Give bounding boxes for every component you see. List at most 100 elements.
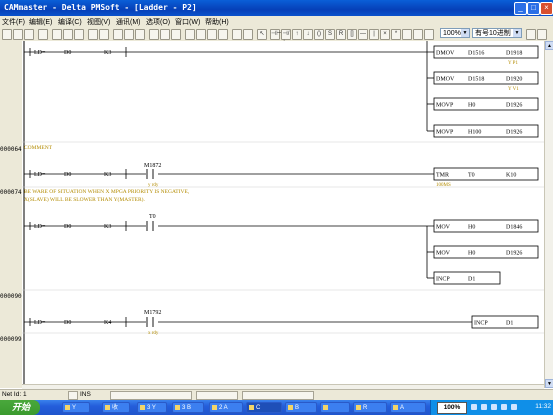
upload-icon[interactable] bbox=[185, 29, 195, 40]
connect-icon[interactable] bbox=[135, 29, 145, 40]
compare-op: LD= bbox=[34, 224, 46, 230]
instr-op: MOV bbox=[436, 225, 451, 231]
contact-nc-icon[interactable]: ⊣/⊢ bbox=[281, 29, 291, 46]
taskbar-item[interactable]: 收 bbox=[102, 402, 130, 413]
menu-compile[interactable]: 编译(C) bbox=[58, 17, 82, 27]
cut-icon[interactable] bbox=[52, 29, 62, 40]
reset-coil-icon[interactable]: R bbox=[336, 29, 346, 40]
monitor-icon[interactable] bbox=[171, 29, 181, 40]
list-icon[interactable] bbox=[424, 29, 434, 40]
scroll-up-icon[interactable]: ▲ bbox=[545, 41, 553, 50]
set-coil-icon[interactable]: S bbox=[325, 29, 335, 40]
menu-view[interactable]: 视图(V) bbox=[87, 17, 110, 27]
help-icon[interactable] bbox=[218, 29, 228, 40]
run-icon[interactable] bbox=[149, 29, 159, 40]
edit-mode: INS bbox=[80, 391, 91, 398]
network-icon[interactable] bbox=[471, 404, 477, 410]
taskbar-item-label: 收 bbox=[112, 405, 119, 411]
taskbar-item-active[interactable]: C bbox=[246, 402, 282, 413]
download-icon[interactable] bbox=[196, 29, 206, 40]
comment-icon[interactable]: * bbox=[391, 29, 401, 40]
input-method-icon[interactable] bbox=[491, 404, 497, 410]
number-format-select[interactable]: 有号10进制 ▼ bbox=[472, 28, 522, 38]
taskbar-item-label: 3 B bbox=[182, 405, 192, 411]
edit-icon[interactable] bbox=[402, 29, 412, 40]
number-format-value: 有号10进制 bbox=[475, 30, 511, 37]
compare-b: K4 bbox=[104, 320, 111, 326]
close-button[interactable]: × bbox=[540, 2, 553, 15]
security-icon[interactable] bbox=[501, 404, 507, 410]
zoom-value: 100% bbox=[443, 30, 461, 37]
undo-icon[interactable] bbox=[88, 29, 98, 40]
taskbar-item[interactable]: A bbox=[390, 402, 426, 413]
compare-a: D0 bbox=[64, 172, 71, 178]
taskbar-item[interactable]: Y bbox=[62, 402, 90, 413]
contact-no-icon[interactable]: ⊣⊢ bbox=[270, 29, 281, 40]
rung-90: LD= D0 K4 M1792 x rdy INCP D1 bbox=[24, 310, 539, 336]
contact-rise-icon[interactable]: ↑ bbox=[292, 29, 302, 40]
vline-icon[interactable]: | bbox=[369, 29, 379, 40]
minimize-button[interactable]: _ bbox=[514, 2, 527, 15]
function-block-icon[interactable]: [] bbox=[347, 29, 357, 40]
device-icon[interactable] bbox=[207, 29, 217, 40]
new-file-icon[interactable] bbox=[2, 29, 12, 40]
info-icon[interactable] bbox=[232, 29, 242, 40]
menu-edit[interactable]: 编辑(E) bbox=[29, 17, 52, 27]
redo-icon[interactable] bbox=[99, 29, 109, 40]
maximize-button[interactable]: □ bbox=[527, 2, 540, 15]
taskbar-item[interactable]: 3 B bbox=[172, 402, 204, 413]
start-button[interactable]: 开始 bbox=[0, 400, 40, 415]
menu-comm[interactable]: 通讯(M) bbox=[116, 17, 141, 27]
menu-options[interactable]: 选项(O) bbox=[146, 17, 170, 27]
taskbar-item[interactable] bbox=[320, 402, 350, 413]
clock[interactable]: 11:32 bbox=[535, 403, 551, 410]
status-panel bbox=[242, 391, 314, 400]
taskbar-item[interactable]: 2 A bbox=[209, 402, 243, 413]
hline-icon[interactable]: — bbox=[358, 29, 368, 40]
vertical-scrollbar[interactable]: ▲ ▼ bbox=[544, 41, 553, 388]
save-icon[interactable] bbox=[24, 29, 34, 40]
taskbar-item[interactable]: 3 Y bbox=[137, 402, 167, 413]
app-icon bbox=[249, 405, 254, 410]
tray-zoom[interactable]: 100% bbox=[437, 402, 467, 414]
stop-icon[interactable] bbox=[160, 29, 170, 40]
taskbar-item[interactable]: R bbox=[353, 402, 387, 413]
paste-icon[interactable] bbox=[74, 29, 84, 40]
delete-line-icon[interactable]: × bbox=[380, 29, 390, 40]
menu-help[interactable]: 帮助(H) bbox=[205, 17, 229, 27]
instr-b: D1846 bbox=[506, 225, 522, 231]
network-id: Net Id: 1 bbox=[2, 391, 27, 398]
instruction-box[interactable] bbox=[433, 167, 539, 181]
volume-icon[interactable] bbox=[481, 404, 487, 410]
scroll-down-icon[interactable]: ▼ bbox=[545, 379, 553, 388]
app-icon bbox=[140, 405, 145, 410]
system-tray: 100% 11:32 bbox=[430, 400, 553, 415]
step-number-90: 000090 bbox=[0, 293, 22, 300]
menu-file[interactable]: 文件(F) bbox=[2, 17, 25, 27]
copy-icon[interactable] bbox=[63, 29, 73, 40]
ladder-canvas[interactable]: LD= D0 K3 DMOV D1516 D1918 Y P1 DMOV D15… bbox=[22, 41, 544, 384]
find-icon[interactable] bbox=[113, 29, 123, 40]
update-icon[interactable] bbox=[511, 404, 517, 410]
rung-0: LD= D0 K3 DMOV D1516 D1918 Y P1 DMOV D15… bbox=[24, 41, 539, 138]
print-icon[interactable] bbox=[38, 29, 48, 40]
compile-icon[interactable] bbox=[124, 29, 134, 40]
pointer-icon[interactable]: ↖ bbox=[257, 29, 267, 40]
extra-icon[interactable] bbox=[537, 29, 547, 40]
settings-icon[interactable] bbox=[243, 29, 253, 40]
table-icon[interactable] bbox=[413, 29, 423, 40]
contact-fall-icon[interactable]: ↓ bbox=[303, 29, 313, 40]
coil-icon[interactable]: () bbox=[314, 29, 324, 40]
instr-b: D1918 bbox=[506, 51, 522, 57]
instr-op: MOVP bbox=[436, 103, 454, 109]
instr-a: H0 bbox=[468, 225, 475, 231]
zoom-select[interactable]: 100% ▼ bbox=[440, 28, 470, 38]
open-folder-icon[interactable] bbox=[13, 29, 23, 40]
taskbar-item[interactable]: B bbox=[285, 402, 317, 413]
status-panel bbox=[196, 391, 238, 400]
app-icon bbox=[212, 405, 217, 410]
menu-window[interactable]: 窗口(W) bbox=[175, 17, 200, 27]
contact-label: M1792 bbox=[144, 310, 161, 316]
compare-op: LD= bbox=[34, 50, 46, 56]
format-icon[interactable] bbox=[526, 29, 536, 40]
